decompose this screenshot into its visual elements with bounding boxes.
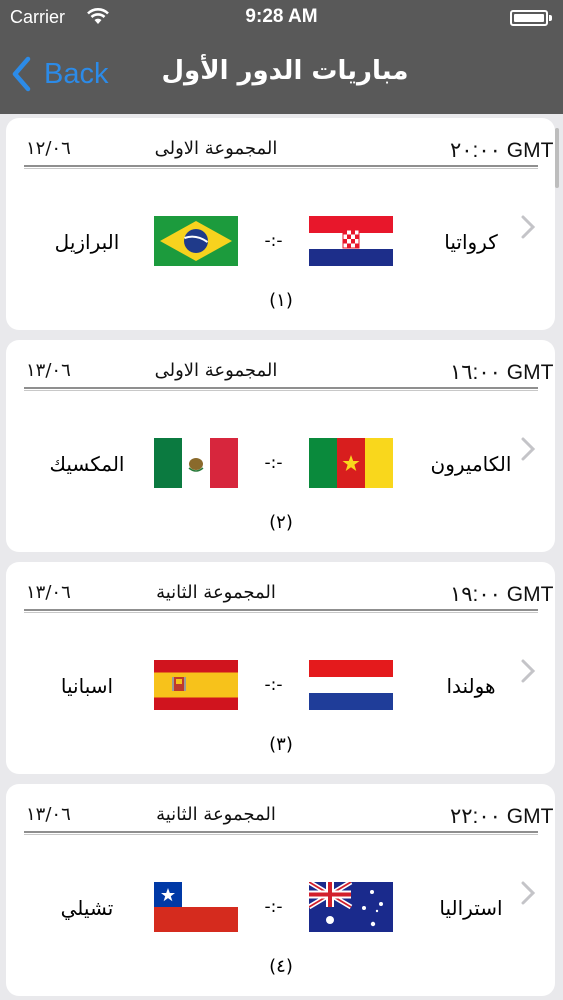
spain-flag: [154, 660, 238, 710]
match-number: (٤): [269, 956, 293, 977]
match-date: ١٣/٠٦: [26, 582, 71, 603]
netherlands-flag: [309, 660, 393, 710]
chevron-right-icon[interactable]: [520, 658, 536, 684]
score: -:-: [264, 453, 283, 473]
match-group: المجموعة الاولى: [154, 138, 278, 159]
page-title: مباريات الدور الأول: [161, 56, 409, 86]
away-team: البرازيل: [54, 230, 120, 254]
match-date: ١٣/٠٦: [26, 360, 71, 381]
match-time: ١٩:٠٠ GMT: [450, 583, 554, 606]
battery-icon: [510, 10, 552, 26]
chevron-left-icon: [12, 56, 31, 92]
match-card[interactable]: ١٩:٠٠ GMT المجموعة الثانية ١٣/٠٦ هولندا …: [6, 562, 555, 774]
match-number: (٢): [269, 512, 293, 533]
divider-shadow: [24, 834, 538, 835]
chevron-right-icon[interactable]: [520, 214, 536, 240]
brazil-flag: [154, 216, 238, 266]
match-card[interactable]: ١٦:٠٠ GMT المجموعة الاولى ١٣/٠٦ الكاميرو…: [6, 340, 555, 552]
divider-shadow: [24, 168, 538, 169]
divider-shadow: [24, 612, 538, 613]
match-group: المجموعة الثانية: [156, 582, 276, 603]
away-team: المكسيك: [49, 452, 125, 476]
status-time: 9:28 AM: [245, 6, 318, 27]
home-team: هولندا: [446, 674, 496, 698]
match-card[interactable]: ٢٢:٠٠ GMT المجموعة الثانية ١٣/٠٦ استرالي…: [6, 784, 555, 996]
away-team: تشيلي: [60, 896, 114, 920]
divider: [24, 165, 538, 167]
match-date: ١٢/٠٦: [26, 138, 71, 159]
chevron-right-icon[interactable]: [520, 436, 536, 462]
score: -:-: [264, 231, 283, 251]
divider: [24, 387, 538, 389]
home-team: الكاميرون: [430, 452, 512, 476]
croatia-flag: [309, 216, 393, 266]
away-team: اسبانيا: [60, 674, 114, 698]
divider: [24, 831, 538, 833]
match-group: المجموعة الاولى: [154, 360, 278, 381]
match-number: (٣): [269, 734, 293, 755]
match-time: ١٦:٠٠ GMT: [450, 361, 554, 384]
match-number: (١): [269, 290, 293, 311]
score: -:-: [264, 897, 283, 917]
match-time: ٢٠:٠٠ GMT: [450, 139, 554, 162]
match-time: ٢٢:٠٠ GMT: [450, 805, 554, 828]
chile-flag: [154, 882, 238, 932]
chevron-right-icon[interactable]: [520, 880, 536, 906]
match-date: ١٣/٠٦: [26, 804, 71, 825]
back-label: Back: [44, 57, 109, 90]
status-bar: Carrier 9:28 AM: [0, 0, 563, 38]
score: -:-: [264, 675, 283, 695]
back-button[interactable]: Back: [10, 52, 108, 96]
mexico-flag: [154, 438, 238, 488]
match-card[interactable]: ٢٠:٠٠ GMT المجموعة الاولى ١٢/٠٦ كرواتيا …: [6, 118, 555, 330]
home-team: استراليا: [439, 896, 503, 920]
navigation-bar: Back مباريات الدور الأول: [0, 38, 563, 114]
divider: [24, 609, 538, 611]
cameroon-flag: [309, 438, 393, 488]
scrollbar[interactable]: [555, 128, 559, 188]
australia-flag: [309, 882, 393, 932]
match-group: المجموعة الثانية: [156, 804, 276, 825]
home-team: كرواتيا: [444, 230, 498, 254]
divider-shadow: [24, 390, 538, 391]
